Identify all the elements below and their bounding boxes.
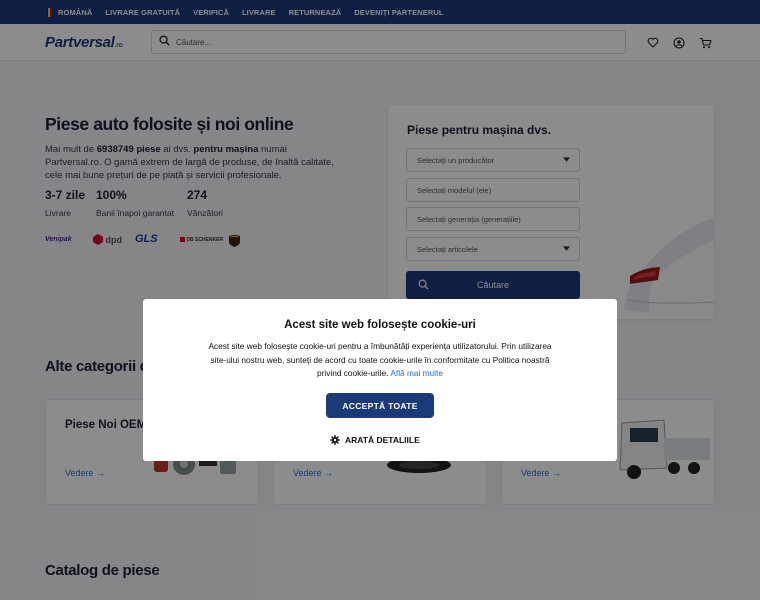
accept-all-button[interactable]: ACCEPTĂ TOATE [326,393,434,418]
show-details-button[interactable]: ARATĂ DETALIILE [330,435,420,445]
cookie-consent-dialog: Acest site web folosește cookie-uri Aces… [143,299,617,461]
learn-more-link[interactable]: Află mai multe [390,368,443,378]
gear-icon [330,435,340,445]
show-details-label: ARATĂ DETALIILE [345,435,420,445]
cookie-dialog-body: Acest site web folosește cookie-uri pent… [208,341,552,378]
cookie-dialog-title: Acest site web folosește cookie-uri [284,319,476,331]
cookie-dialog-text: Acest site web folosește cookie-uri pent… [203,340,557,381]
